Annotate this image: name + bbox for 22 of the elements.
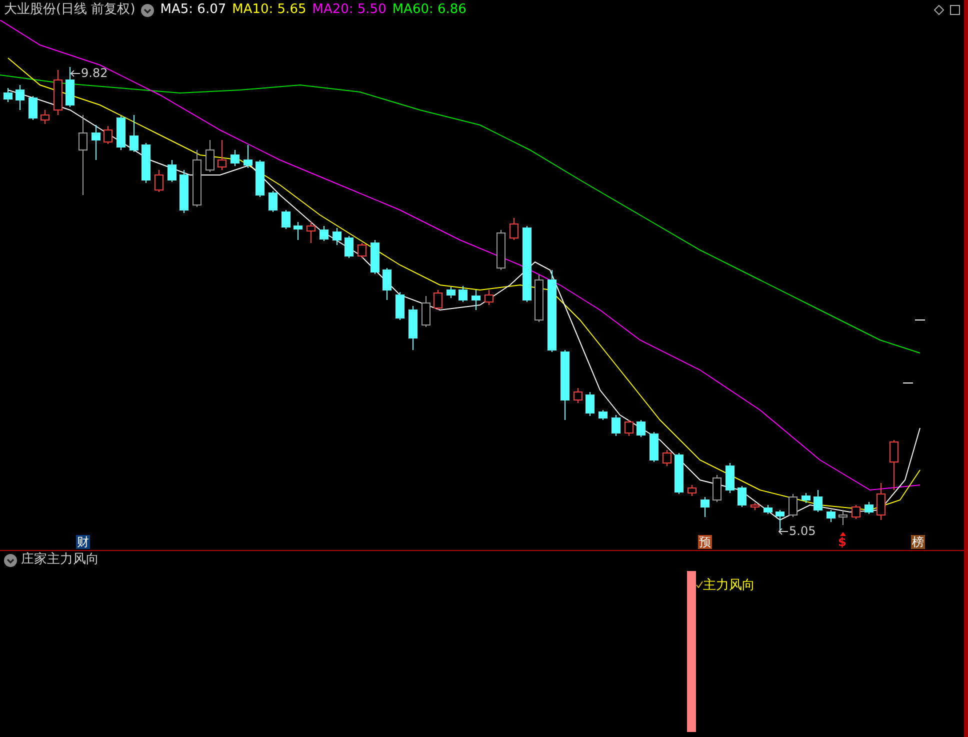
chevron-toggle-icon[interactable]	[4, 554, 17, 566]
price-label: 9.82	[81, 65, 108, 82]
check-icon	[696, 581, 703, 588]
dollar-marker[interactable]: $	[838, 535, 846, 549]
left-arrow-icon	[70, 70, 80, 76]
diamond-icon[interactable]	[934, 5, 944, 15]
ma-value: MA5: 6.07	[160, 1, 226, 20]
up-arrow-icon	[840, 532, 846, 536]
event-badge[interactable]: 榜	[911, 535, 925, 549]
signal-label: 主力风向	[703, 577, 755, 595]
price-tick	[902, 382, 914, 384]
price-label: 5.05	[789, 523, 816, 540]
panel-title: 庄家主力风向	[21, 551, 99, 570]
ma-value: MA10: 5.65	[232, 1, 306, 20]
event-badge[interactable]: 预	[698, 535, 712, 549]
ma-value: MA20: 5.50	[312, 1, 386, 20]
chevron-toggle-icon[interactable]	[141, 4, 154, 16]
ma-value: MA60: 6.86	[392, 1, 466, 20]
event-badge[interactable]: 财	[76, 535, 90, 549]
left-arrow-icon	[778, 528, 788, 534]
chart-title: 大业股份(日线 前复权)	[4, 1, 136, 20]
square-icon[interactable]	[950, 5, 960, 15]
